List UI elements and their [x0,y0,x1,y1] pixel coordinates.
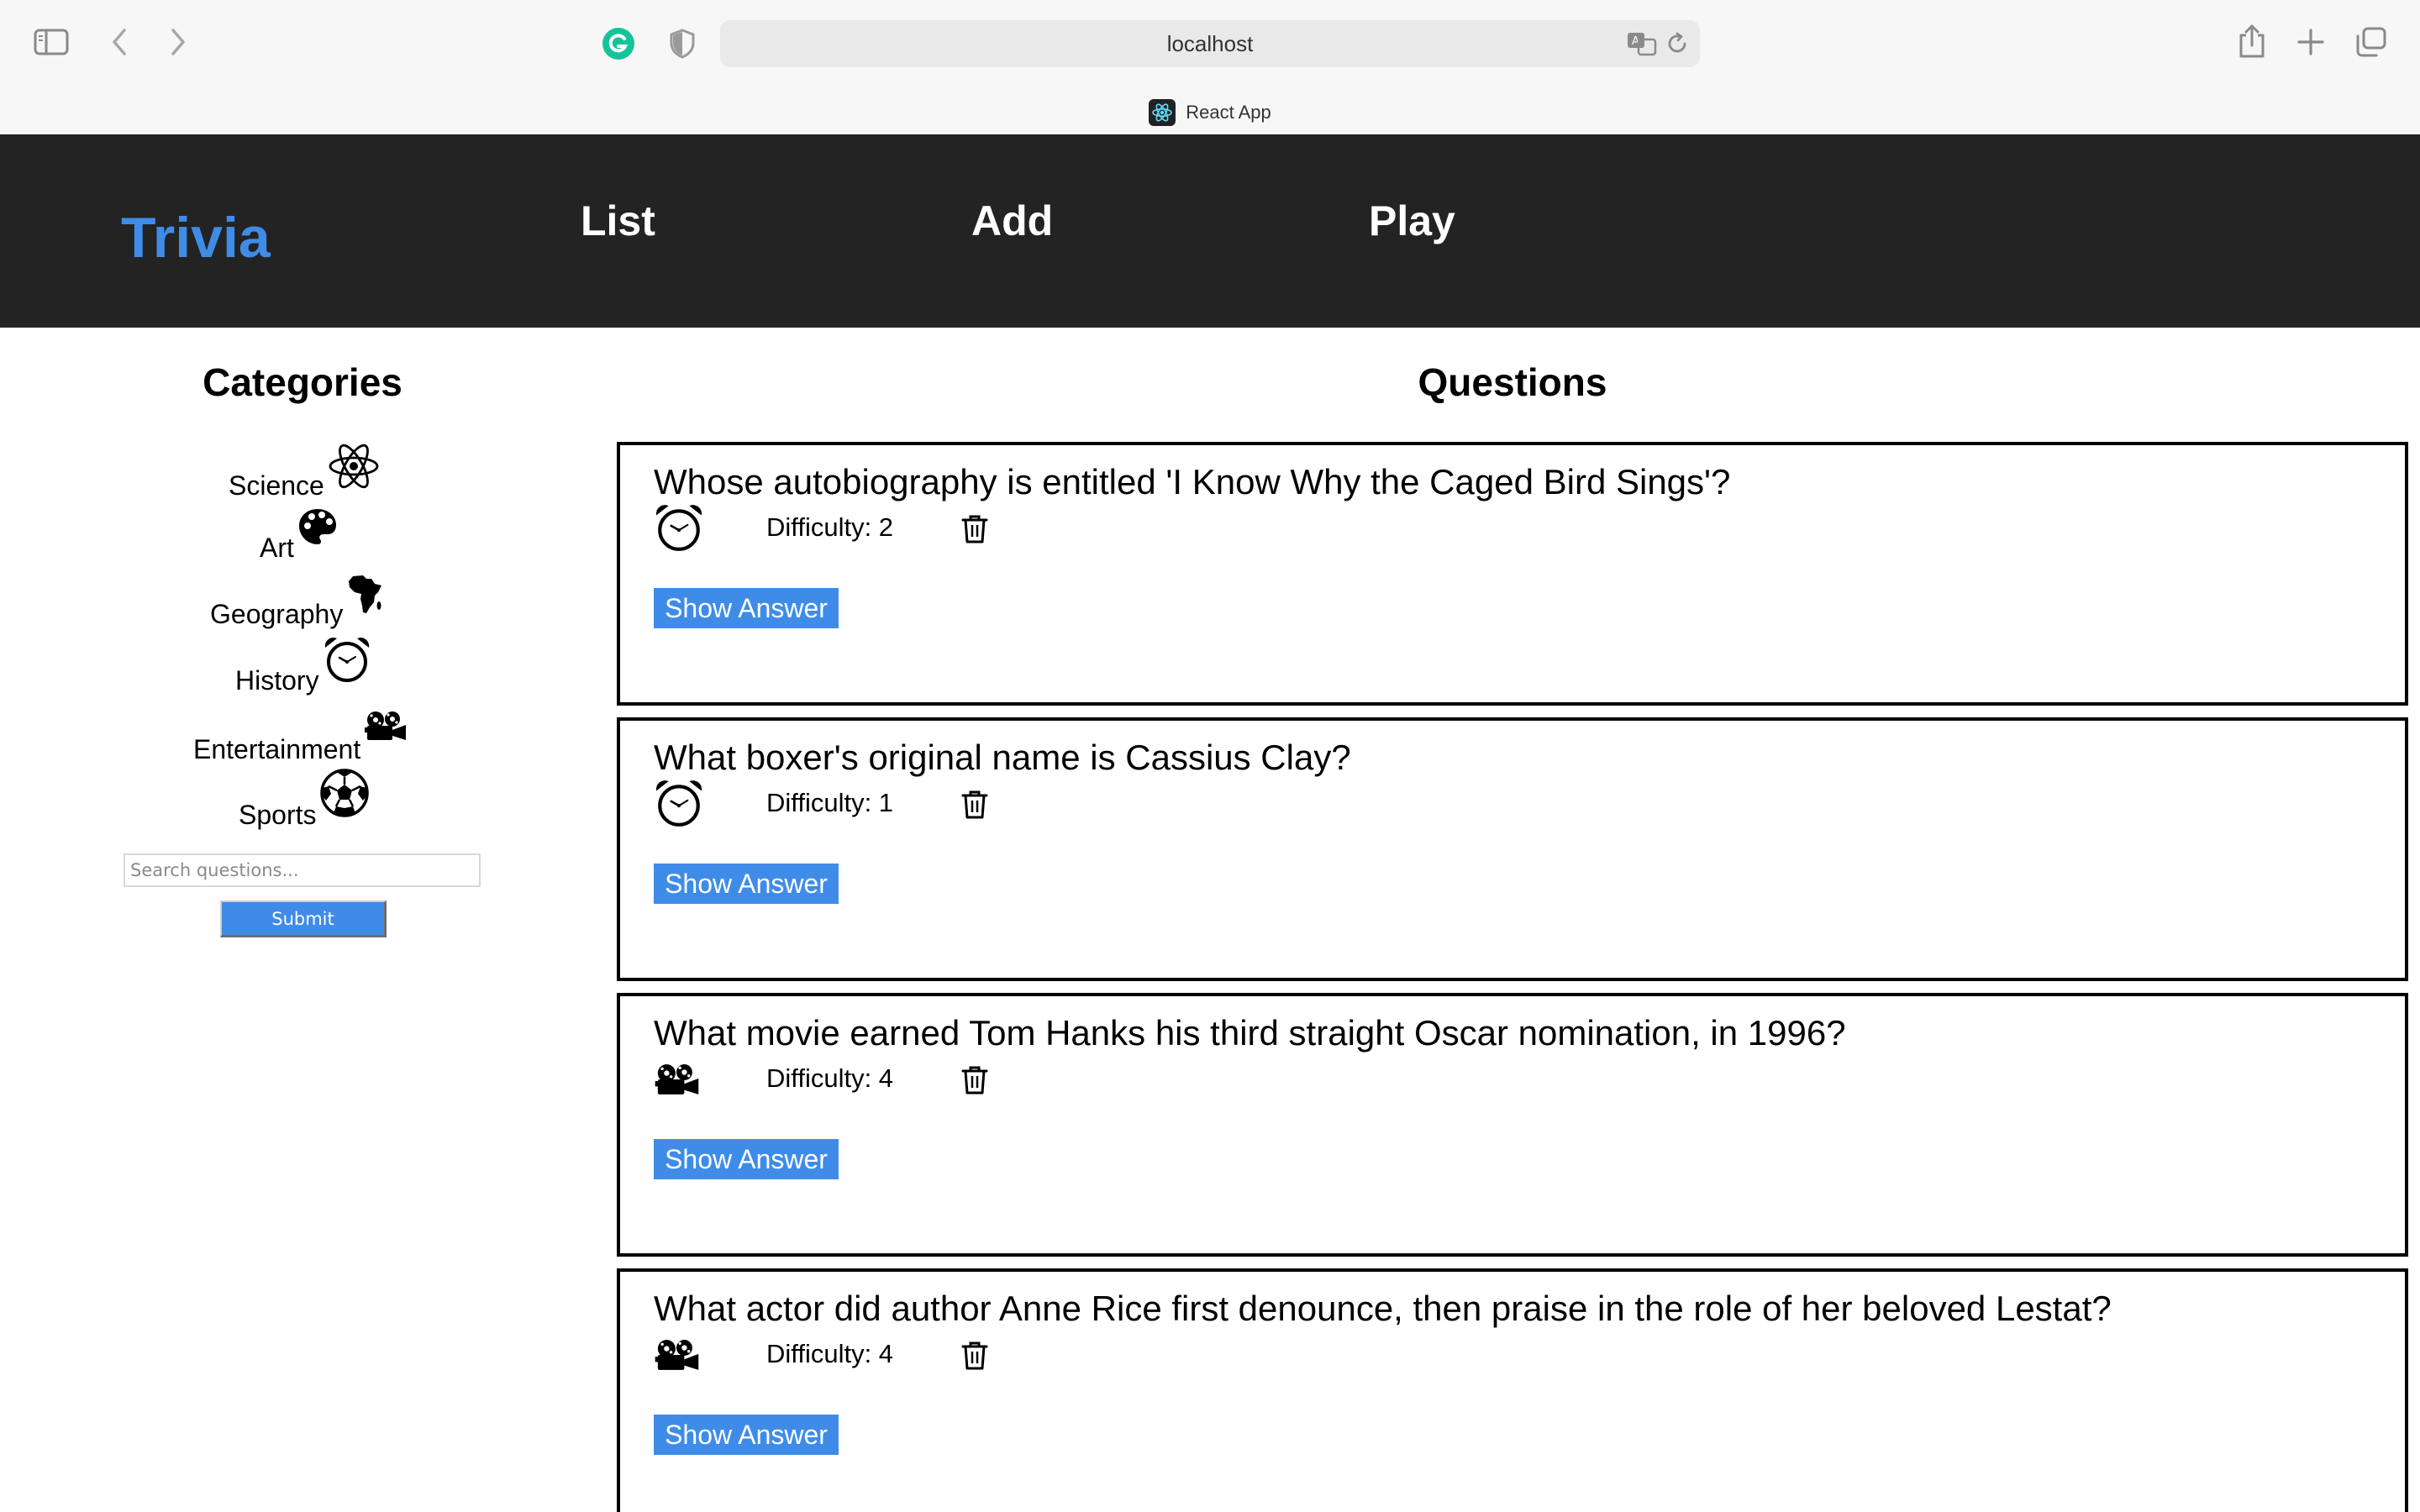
browser-toolbar: localhost A React App [0,0,2420,134]
categories-title: Categories [203,360,402,404]
back-icon[interactable] [104,25,134,59]
tab-title: React App [1186,102,1271,123]
difficulty-label: Difficulty: 4 [766,1063,894,1093]
category-geography[interactable]: Geography [210,574,383,627]
show-answer-button[interactable]: Show Answer [654,1415,839,1455]
questions-title: Questions [1418,360,1607,404]
alarm-clock-icon [654,778,704,828]
tab-active[interactable]: React App [0,97,2420,128]
translate-icon[interactable]: A [1626,30,1658,57]
category-label: Geography [210,599,344,629]
category-label: Entertainment [193,734,361,764]
question-text: What boxer's original name is Cassius Cl… [654,738,1351,777]
submit-button[interactable]: Submit [220,900,387,937]
question-text: Whose autobiography is entitled 'I Know … [654,462,1731,501]
question-card: What movie earned Tom Hanks his third st… [617,993,2408,1257]
film-projector-icon [364,711,408,749]
category-art[interactable]: Art [260,507,338,561]
show-answer-button[interactable]: Show Answer [654,588,839,628]
film-projector-icon [654,1063,704,1114]
question-card: Whose autobiography is entitled 'I Know … [617,442,2408,706]
category-history[interactable]: History [235,635,371,694]
search-input[interactable] [124,853,481,887]
question-text: What movie earned Tom Hanks his third st… [654,1013,1846,1053]
category-label: Art [260,533,294,563]
category-label: History [235,665,319,696]
palette-icon [297,507,338,553]
trash-icon[interactable] [961,790,988,820]
share-icon[interactable] [2235,22,2269,60]
nav-list[interactable]: List [581,197,655,245]
atom-icon [328,440,380,499]
trash-icon[interactable] [961,1341,988,1371]
alarm-clock-icon [323,635,371,690]
category-entertainment[interactable]: Entertainment [193,711,408,763]
film-projector-icon [654,1339,704,1389]
question-card: What boxer's original name is Cassius Cl… [617,717,2408,981]
app-header: Trivia List Add Play [0,134,2420,328]
address-text: localhost [1166,31,1254,56]
question-text: What actor did author Anne Rice first de… [654,1289,2112,1328]
trash-icon[interactable] [961,514,988,544]
nav-play[interactable]: Play [1369,197,1455,245]
show-answer-button[interactable]: Show Answer [654,1139,839,1179]
grammarly-extension-icon[interactable] [602,27,635,60]
category-label: Science [229,470,324,501]
address-bar[interactable]: localhost A [720,20,1700,67]
reload-icon[interactable] [1665,31,1690,56]
category-sports[interactable]: Sports [239,768,370,828]
difficulty-label: Difficulty: 4 [766,1339,894,1368]
react-logo-icon [1149,99,1176,126]
tab-overview-icon[interactable] [2353,25,2388,59]
trash-icon[interactable] [961,1065,988,1095]
brand-title[interactable]: Trivia [121,205,271,270]
sidebar-toggle-icon[interactable] [32,27,71,57]
nav-add[interactable]: Add [971,197,1053,245]
category-science[interactable]: Science [229,440,380,499]
privacy-shield-icon[interactable] [666,27,699,60]
difficulty-label: Difficulty: 2 [766,512,894,542]
soccer-ball-icon [319,768,370,825]
show-answer-button[interactable]: Show Answer [654,864,839,904]
category-label: Sports [239,800,317,830]
forward-icon[interactable] [163,25,193,59]
africa-map-icon [346,574,383,622]
difficulty-label: Difficulty: 1 [766,788,894,817]
alarm-clock-icon [654,502,704,553]
new-tab-icon[interactable] [2294,25,2328,59]
question-card: What actor did author Anne Rice first de… [617,1268,2408,1512]
